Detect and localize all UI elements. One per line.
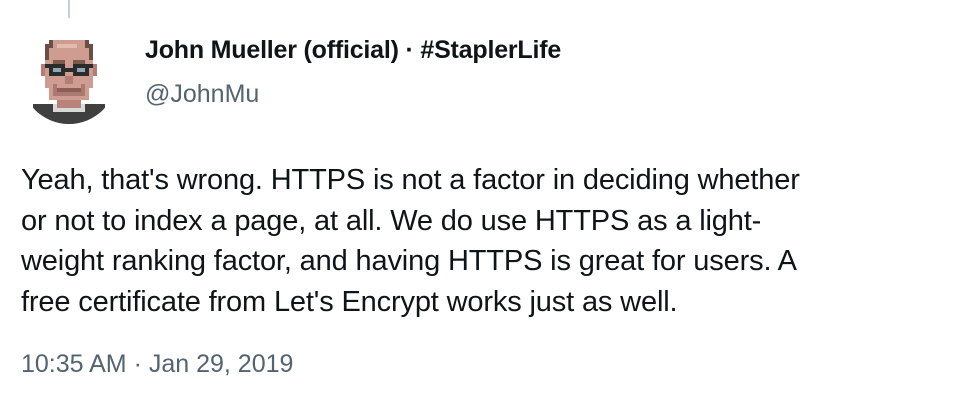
- tweet-text-line: or not to index a page, at all. We do us…: [21, 204, 762, 237]
- avatar[interactable]: [21, 28, 117, 124]
- tweet-text-line: Yeah, that's wrong. HTTPS is not a facto…: [21, 164, 800, 196]
- author-name[interactable]: John Mueller (official) · #StaplerLife: [145, 36, 561, 65]
- tweet-card: John Mueller (official) · #StaplerLife @…: [0, 0, 980, 416]
- tweet-timestamp[interactable]: 10:35 AM · Jan 29, 2019: [21, 350, 293, 379]
- tweet-text: Yeah, that's wrong. HTTPS is not a facto…: [21, 160, 966, 322]
- author-handle[interactable]: @JohnMu: [145, 80, 259, 109]
- tweet-text-line: weight ranking factor, and having HTTPS …: [21, 245, 797, 277]
- tweet-text-line: free certificate from Let's Encrypt work…: [21, 285, 678, 318]
- pixel-art-portrait-icon: [33, 40, 105, 124]
- thread-connector-line: [68, 0, 70, 18]
